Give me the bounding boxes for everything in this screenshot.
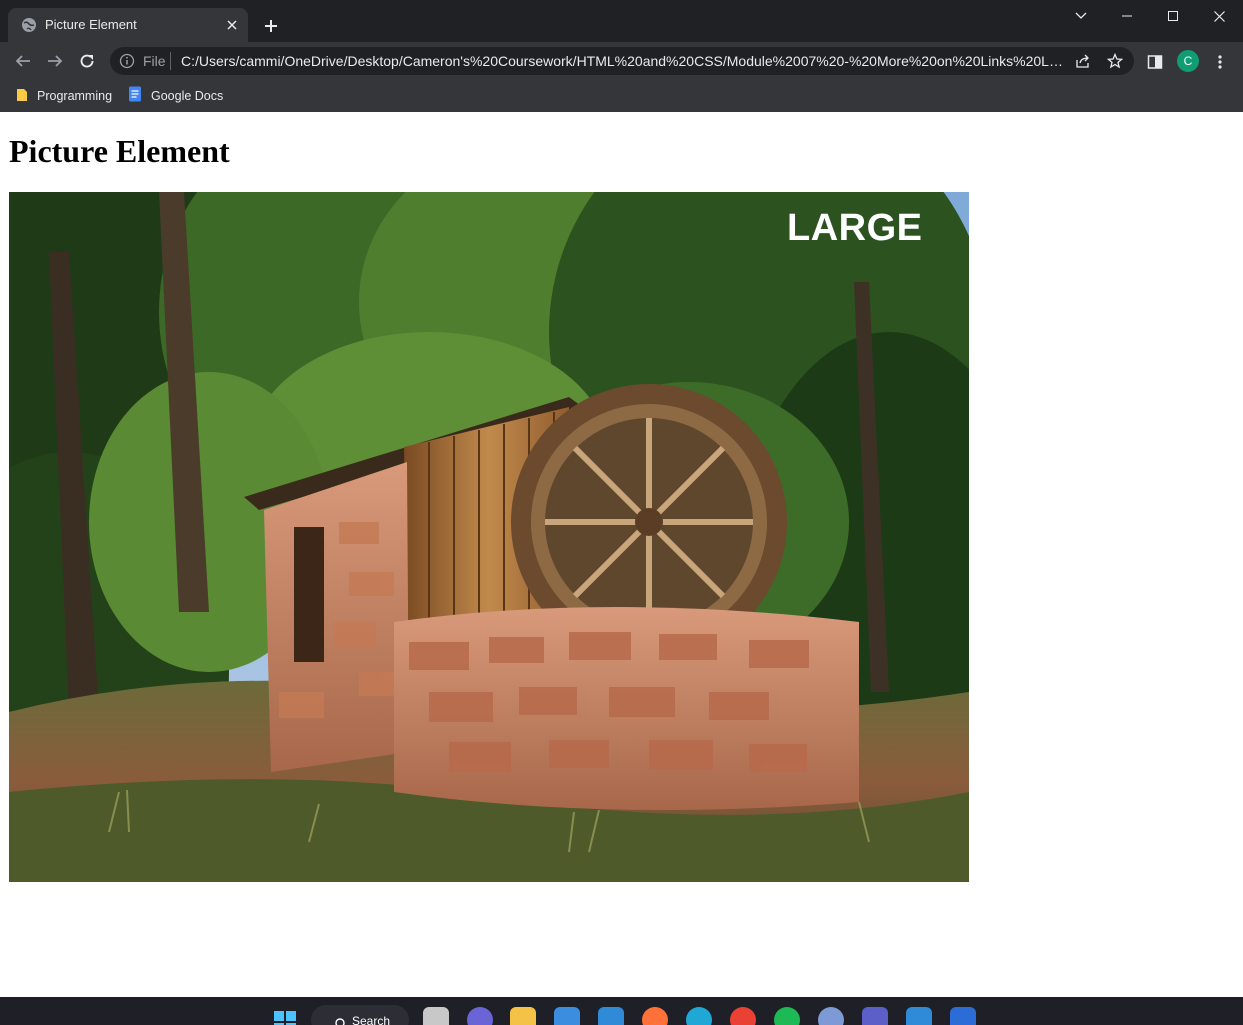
folder-icon xyxy=(16,87,28,106)
profile-avatar[interactable]: C xyxy=(1177,50,1199,72)
word-icon[interactable] xyxy=(950,1007,976,1025)
firefox-icon[interactable] xyxy=(642,1007,668,1025)
maximize-icon[interactable] xyxy=(1150,0,1196,32)
bookmark-label: Programming xyxy=(37,89,113,103)
new-tab-icon[interactable] xyxy=(259,14,283,38)
reload-icon[interactable] xyxy=(74,48,100,74)
back-icon[interactable] xyxy=(10,48,36,74)
browser-chrome: Picture Element File C:/Users/cammi/OneD… xyxy=(0,0,1243,112)
globe-icon xyxy=(21,17,37,33)
task-view-icon[interactable] xyxy=(423,1007,449,1025)
forward-icon[interactable] xyxy=(42,48,68,74)
water-mill-photo xyxy=(9,192,969,882)
page-content: Picture Element LARGE xyxy=(1,112,1242,997)
bookmark-star-icon[interactable] xyxy=(1106,52,1124,70)
microsoft-store-icon[interactable] xyxy=(554,1007,580,1025)
tab-title: Picture Element xyxy=(45,17,137,32)
scheme-label: File xyxy=(143,53,166,69)
teams-icon[interactable] xyxy=(862,1007,888,1025)
page-heading: Picture Element xyxy=(9,133,230,169)
tab-close-icon[interactable] xyxy=(223,16,241,34)
side-panel-icon[interactable] xyxy=(1144,51,1166,73)
close-window-icon[interactable] xyxy=(1196,0,1242,32)
picture-size-label: LARGE xyxy=(787,207,923,249)
taskbar: Search xyxy=(0,997,1243,1025)
tab-search-icon[interactable] xyxy=(1058,0,1104,32)
scheme-divider xyxy=(170,52,171,70)
bookmarks-bar: Programming Google Docs xyxy=(0,80,1243,110)
bookmark-programming[interactable]: Programming xyxy=(16,85,112,107)
chrome-icon[interactable] xyxy=(730,1007,756,1025)
tab-strip: Picture Element xyxy=(0,0,1243,42)
taskbar-search[interactable]: Search xyxy=(311,1005,409,1025)
toolbar: File C:/Users/cammi/OneDrive/Desktop/Cam… xyxy=(0,42,1243,80)
search-icon xyxy=(335,1015,347,1025)
picture-image: LARGE xyxy=(9,192,969,882)
menu-icon[interactable] xyxy=(1209,51,1231,73)
app-icon[interactable] xyxy=(598,1007,624,1025)
file-explorer-icon[interactable] xyxy=(510,1007,536,1025)
url-text[interactable]: C:/Users/cammi/OneDrive/Desktop/Cameron'… xyxy=(181,53,1067,69)
r-icon[interactable] xyxy=(818,1007,844,1025)
windows-start-icon[interactable] xyxy=(272,1007,298,1025)
teams-chat-icon[interactable] xyxy=(467,1007,493,1025)
bookmark-google-docs[interactable]: Google Docs xyxy=(128,85,223,107)
google-docs-icon xyxy=(128,86,142,106)
search-label: Search xyxy=(352,1014,391,1025)
bookmark-label: Google Docs xyxy=(151,89,224,103)
vscode-icon[interactable] xyxy=(906,1007,932,1025)
address-bar[interactable]: File C:/Users/cammi/OneDrive/Desktop/Cam… xyxy=(110,47,1134,75)
edge-icon[interactable] xyxy=(686,1007,712,1025)
share-icon[interactable] xyxy=(1074,52,1092,70)
spotify-icon[interactable] xyxy=(774,1007,800,1025)
tab-picture-element[interactable]: Picture Element xyxy=(8,8,248,42)
site-info-icon[interactable] xyxy=(119,53,135,69)
minimize-icon[interactable] xyxy=(1104,0,1150,32)
